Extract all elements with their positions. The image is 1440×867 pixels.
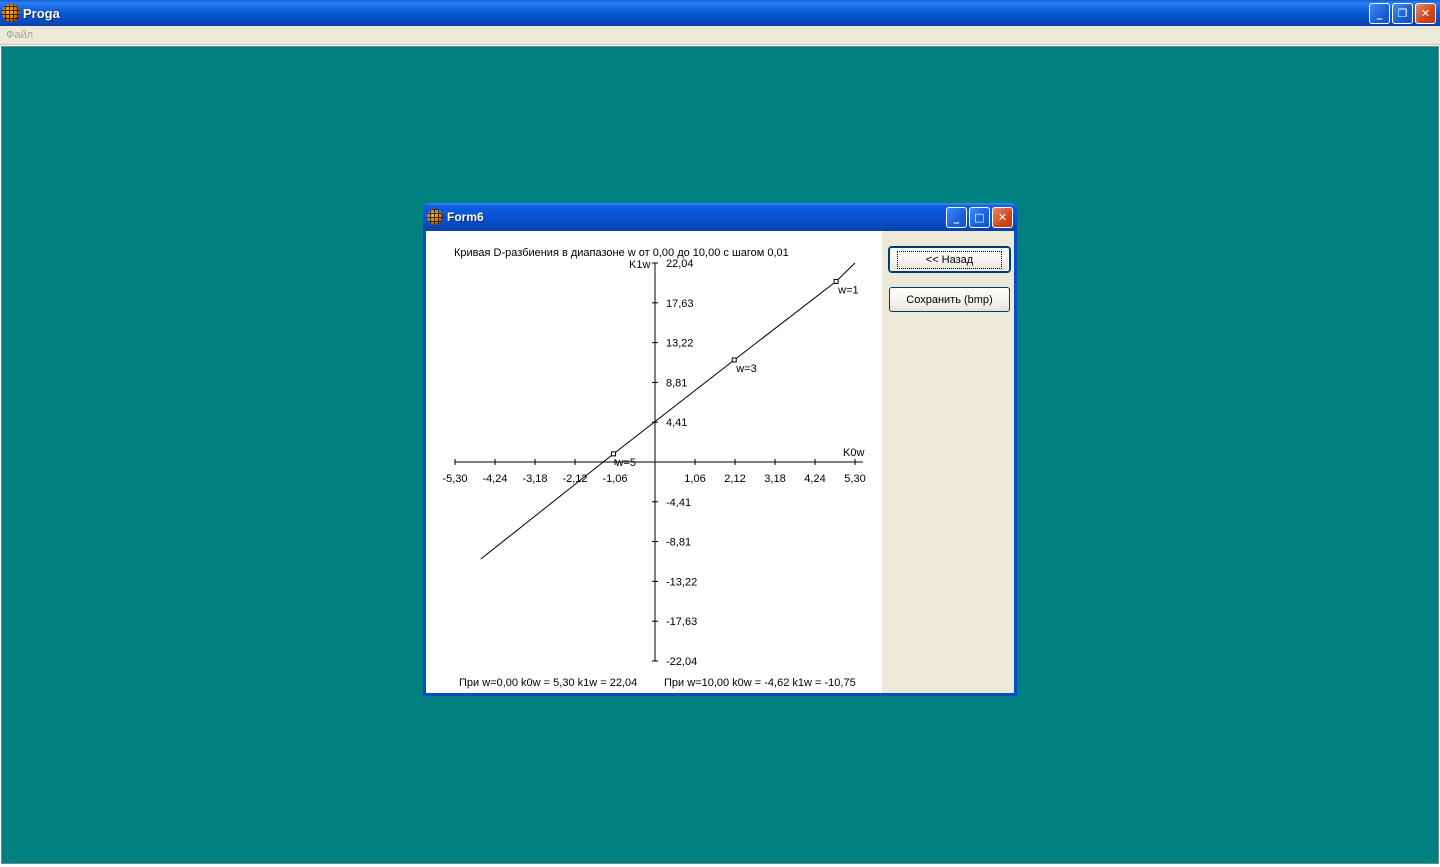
- restore-button[interactable]: ❐: [1392, 3, 1413, 24]
- chart-title: Кривая D-разбиения в диапазоне w от 0,00…: [454, 247, 789, 259]
- app-titlebar[interactable]: Proga _ ❐ ✕: [0, 0, 1440, 26]
- y-tick-label: 8,81: [666, 377, 687, 389]
- axis-ticks: -5,30 -4,24 -3,18 -2,12 -1,06 1,06 2,12 3,18 4,2…: [442, 258, 865, 668]
- d-partition-chart: Кривая D-разбиения в диапазоне w от 0,00…: [426, 231, 882, 693]
- form6-titlebar[interactable]: Form6 _ □ ✕: [423, 203, 1017, 231]
- x-tick-label: 3,18: [764, 473, 785, 485]
- annotation-label: w=3: [735, 363, 757, 375]
- annotation-marker: [833, 278, 839, 284]
- annotation-label: w=5: [614, 457, 636, 469]
- app-title: Proga: [23, 5, 60, 21]
- x-tick-label: 2,12: [724, 473, 745, 485]
- y-tick-label: 13,22: [666, 338, 694, 350]
- y-tick-label: 17,63: [666, 298, 694, 310]
- menu-file[interactable]: Файл: [6, 29, 33, 41]
- form6-window: Form6 _ □ ✕ Кривая D-разбиения в диапазо…: [423, 203, 1017, 696]
- minimize-button[interactable]: _: [1369, 3, 1390, 24]
- annotation-label: w=1: [837, 284, 859, 296]
- form6-window-controls: _ □ ✕: [946, 207, 1013, 228]
- x-axis-label: K0w: [843, 447, 864, 459]
- form6-maximize-button[interactable]: □: [969, 207, 990, 228]
- form6-minimize-button[interactable]: _: [946, 207, 967, 228]
- close-button[interactable]: ✕: [1415, 3, 1436, 24]
- app-window-controls: _ ❐ ✕: [1369, 3, 1436, 24]
- back-button[interactable]: << Назад: [889, 247, 1010, 272]
- y-tick-label: -13,22: [666, 576, 697, 588]
- x-tick-label: -5,30: [442, 473, 467, 485]
- footer-right-text: При w=10,00 k0w = -4,62 k1w = -10,75: [664, 677, 856, 689]
- y-tick-label: 22,04: [666, 258, 694, 270]
- y-tick-label: -17,63: [666, 616, 697, 628]
- form6-client-area: Кривая D-разбиения в диапазоне w от 0,00…: [426, 231, 1014, 693]
- annotation-marker: [731, 357, 737, 363]
- save-bmp-button[interactable]: Сохранить (bmp): [889, 287, 1010, 312]
- save-button-label: Сохранить (bmp): [906, 293, 993, 306]
- y-tick-label: -22,04: [666, 656, 697, 668]
- y-tick-label: -8,81: [666, 537, 691, 549]
- menu-bar: Файл: [0, 26, 1440, 45]
- x-tick-label: -1,06: [602, 473, 627, 485]
- curve-annotations: w=1 w=3 w=5: [610, 278, 859, 469]
- y-axis-label: K1w: [629, 259, 650, 271]
- chart-svg: Кривая D-разбиения в диапазоне w от 0,00…: [442, 247, 865, 689]
- y-tick-label: -4,41: [666, 497, 691, 509]
- x-tick-label: -4,24: [482, 473, 507, 485]
- x-tick-label: -3,18: [522, 473, 547, 485]
- form-icon: [427, 209, 443, 225]
- x-tick-label: 5,30: [844, 473, 865, 485]
- x-tick-label: 1,06: [684, 473, 705, 485]
- app-icon: [2, 4, 20, 22]
- y-tick-label: 4,41: [666, 417, 687, 429]
- form6-title: Form6: [447, 210, 484, 224]
- x-tick-label: 4,24: [804, 473, 825, 485]
- x-tick-label: -2,12: [562, 473, 587, 485]
- form6-close-button[interactable]: ✕: [992, 207, 1013, 228]
- annotation-marker: [610, 451, 616, 457]
- footer-left-text: При w=0,00 k0w = 5,30 k1w = 22,04: [459, 677, 637, 689]
- back-button-label: << Назад: [896, 250, 1003, 269]
